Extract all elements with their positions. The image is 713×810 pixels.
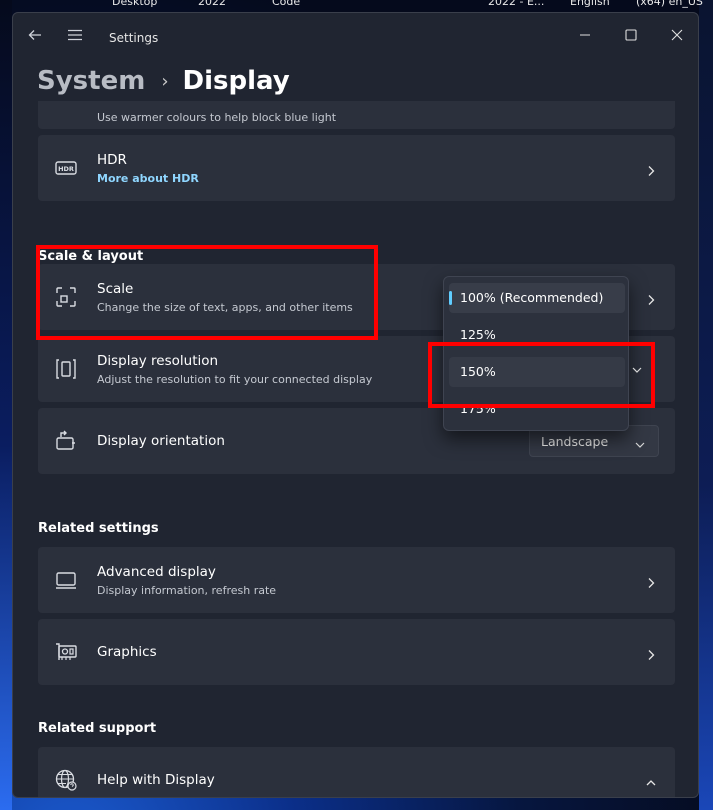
taskbar-label: (x64) en_US <box>636 0 703 8</box>
taskbar-label: English <box>570 0 610 8</box>
breadcrumb-separator: › <box>161 70 169 92</box>
advanced-display-card[interactable]: Advanced display Display information, re… <box>38 547 675 613</box>
help-title: Help with Display <box>97 772 215 788</box>
section-heading-related-support: Related support <box>38 721 157 736</box>
taskbar-label: Code <box>272 0 301 8</box>
scale-option-label: 125% <box>460 327 496 342</box>
chevron-up-icon[interactable] <box>645 774 657 786</box>
monitor-icon <box>54 568 78 592</box>
minimize-icon[interactable] <box>562 19 608 51</box>
annotation-box-scale <box>36 245 378 340</box>
night-light-subtitle: Use warmer colours to help block blue li… <box>97 111 337 124</box>
orientation-title: Display orientation <box>97 433 225 449</box>
taskbar-label: Desktop <box>112 0 158 8</box>
globe-help-icon <box>54 768 78 792</box>
taskbar-label: 2022 - E... <box>488 0 545 8</box>
advanced-display-subtitle: Display information, refresh rate <box>97 584 277 597</box>
resolution-icon <box>54 357 78 381</box>
resolution-subtitle: Adjust the resolution to fit your connec… <box>97 373 373 386</box>
scale-option-100[interactable]: 100% (Recommended) <box>449 283 625 313</box>
scale-option-label: 100% (Recommended) <box>460 290 604 305</box>
chevron-right-icon <box>645 646 657 660</box>
orientation-value: Landscape <box>541 434 609 449</box>
maximize-icon[interactable] <box>608 19 654 51</box>
wallpaper-left <box>0 0 12 810</box>
graphics-title: Graphics <box>97 644 157 660</box>
advanced-display-title: Advanced display <box>97 564 216 580</box>
chevron-right-icon <box>645 162 657 176</box>
svg-text:HDR: HDR <box>58 165 74 173</box>
hdr-link[interactable]: More about HDR <box>97 172 199 185</box>
breadcrumb: System › Display <box>37 61 290 101</box>
night-light-card[interactable]: Use warmer colours to help block blue li… <box>38 101 675 129</box>
hdr-title: HDR <box>97 152 127 168</box>
annotation-box-150-option <box>428 342 655 408</box>
title-bar: Settings <box>13 13 698 57</box>
help-with-display-card[interactable]: Help with Display <box>38 747 675 797</box>
hdr-icon: HDR <box>54 156 78 180</box>
chevron-right-icon <box>645 574 657 588</box>
settings-content: Use warmer colours to help block blue li… <box>38 101 675 797</box>
hdr-card[interactable]: HDR HDR More about HDR <box>38 135 675 201</box>
taskbar-strip: Desktop 2022 Code 2022 - E... English (x… <box>0 0 713 10</box>
graphics-card-icon <box>54 640 78 664</box>
graphics-card[interactable]: Graphics <box>38 619 675 685</box>
orientation-icon <box>54 429 78 453</box>
selected-indicator <box>449 291 452 305</box>
menu-icon[interactable] <box>65 25 85 45</box>
close-icon[interactable] <box>654 19 698 51</box>
section-heading-related-settings: Related settings <box>38 521 159 536</box>
window-title: Settings <box>109 31 159 45</box>
page-title: Display <box>182 66 290 96</box>
chevron-right-icon <box>645 291 657 305</box>
resolution-title: Display resolution <box>97 353 219 369</box>
chevron-down-icon <box>634 436 646 448</box>
breadcrumb-parent[interactable]: System <box>37 66 145 96</box>
back-arrow-icon[interactable] <box>25 25 45 45</box>
taskbar-label: 2022 <box>198 0 226 8</box>
wallpaper-right <box>699 0 713 810</box>
